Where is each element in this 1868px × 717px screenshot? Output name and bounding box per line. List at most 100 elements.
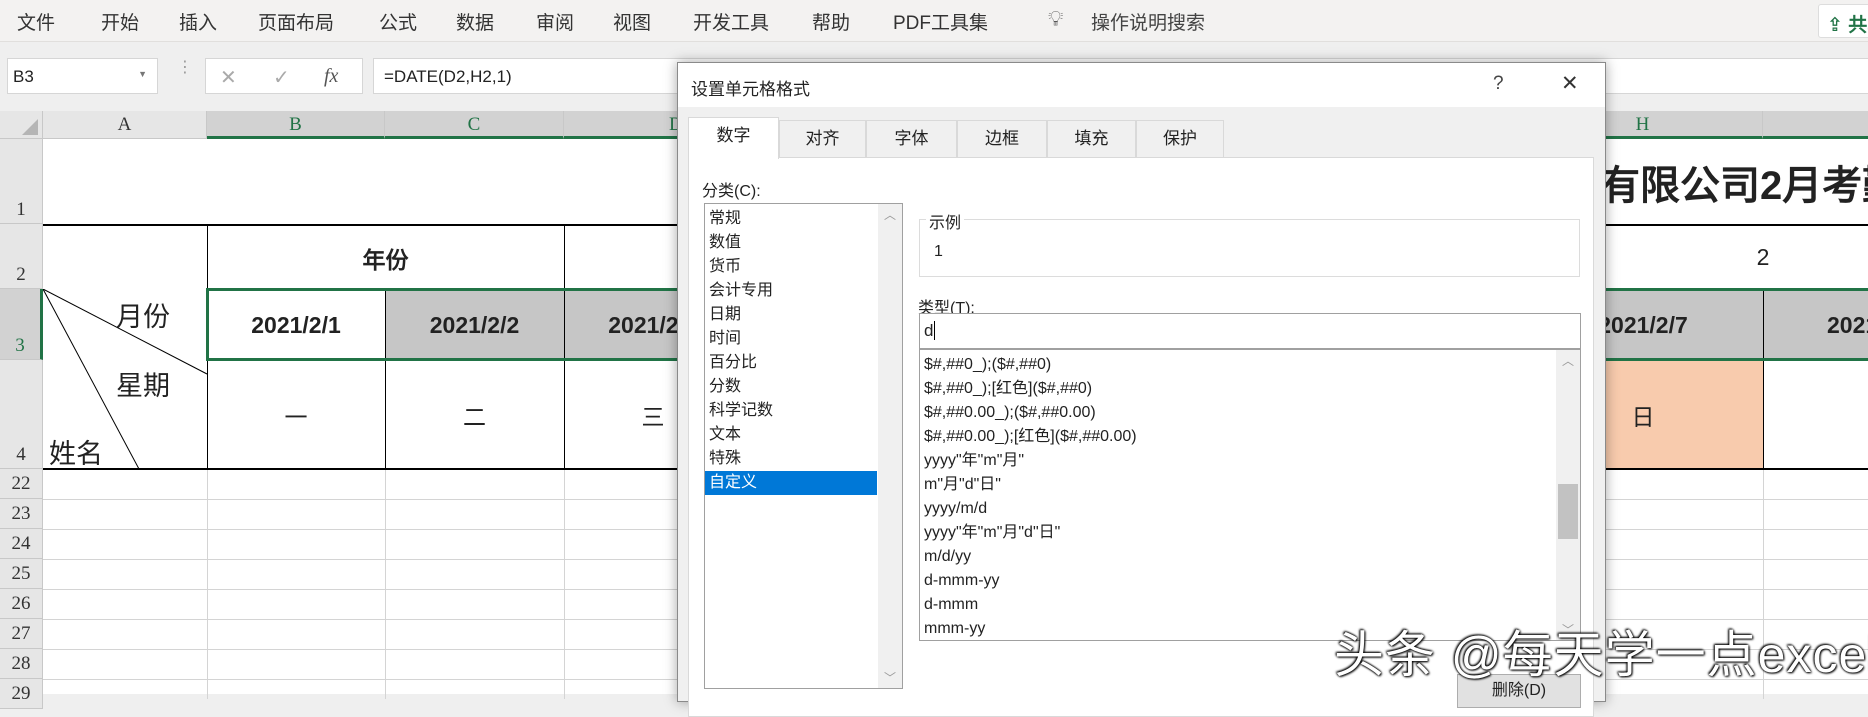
chevron-up-icon[interactable]: ︿ xyxy=(878,206,902,223)
menu-help[interactable]: 帮助 xyxy=(812,8,850,35)
format-item[interactable]: yyyy"年"m"月"d"日" xyxy=(920,521,1060,545)
category-item[interactable]: 货币 xyxy=(705,255,877,279)
row-header-27[interactable]: 27 xyxy=(0,619,43,649)
category-item[interactable]: 百分比 xyxy=(705,351,877,375)
category-list[interactable]: 常规 数值 货币 会计专用 日期 时间 百分比 分数 科学记数 文本 特殊 自定… xyxy=(704,203,903,689)
month-value-cell[interactable]: 2 xyxy=(1683,226,1843,289)
menu-home[interactable]: 开始 xyxy=(101,8,139,35)
type-input[interactable]: d xyxy=(919,313,1581,349)
date-cell-b3[interactable]: 2021/2/1 xyxy=(207,291,385,359)
menu-developer[interactable]: 开发工具 xyxy=(693,8,769,35)
menu-review[interactable]: 审阅 xyxy=(536,8,574,35)
dialog-title-bar[interactable]: 设置单元格格式 ? ✕ xyxy=(678,63,1605,107)
category-item[interactable]: 会计专用 xyxy=(705,279,877,303)
share-icon: ⇪ xyxy=(1827,15,1849,36)
format-item[interactable]: m/d/yy xyxy=(920,545,971,569)
tab-fill[interactable]: 填充 xyxy=(1047,120,1136,158)
chevron-down-icon[interactable]: ▼ xyxy=(138,69,147,79)
date-cell-i3[interactable]: 2021/2/8 xyxy=(1827,291,1868,359)
help-button[interactable]: ? xyxy=(1493,73,1504,95)
format-item[interactable]: $#,##0.00_);($#,##0.00) xyxy=(920,401,1096,425)
format-item[interactable]: $#,##0_);[红色]($#,##0) xyxy=(920,377,1092,401)
category-scrollbar[interactable]: ︿ ﹀ xyxy=(878,204,902,688)
category-item[interactable]: 日期 xyxy=(705,303,877,327)
column-header-c[interactable]: C xyxy=(385,111,564,139)
tab-protection[interactable]: 保护 xyxy=(1136,120,1224,158)
format-item[interactable]: $#,##0.00_);[红色]($#,##0.00) xyxy=(920,425,1137,449)
category-label: 分类(C): xyxy=(702,183,761,200)
sample-label: 示例 xyxy=(926,209,965,233)
format-item[interactable]: yyyy"年"m"月" xyxy=(920,449,1024,473)
cancel-icon[interactable]: ✕ xyxy=(220,65,237,90)
enter-icon[interactable]: ✓ xyxy=(273,65,290,90)
menu-insert[interactable]: 插入 xyxy=(179,8,217,35)
format-item[interactable]: d-mmm xyxy=(920,593,978,617)
name-box-value: B3 xyxy=(13,67,34,86)
date-cell-c3[interactable]: 2021/2/2 xyxy=(385,291,564,359)
year-label-cell[interactable]: 年份 xyxy=(207,226,564,289)
text-cursor xyxy=(934,321,936,340)
chevron-down-icon[interactable]: ﹀ xyxy=(878,669,902,686)
insert-function-icon[interactable]: fx xyxy=(324,65,338,88)
diag-month-label: 月份 xyxy=(116,302,170,333)
format-cells-dialog: 设置单元格格式 ? ✕ 数字 对齐 字体 边框 填充 保护 分类(C): 常规 … xyxy=(677,62,1606,717)
sheet-title[interactable]: 有限公司2月考勤 xyxy=(1600,139,1868,224)
tab-alignment[interactable]: 对齐 xyxy=(779,120,866,158)
drag-handle-icon[interactable]: ⋮ xyxy=(177,60,193,76)
weekday-cell-c4[interactable]: 二 xyxy=(385,361,564,468)
row-header-24[interactable]: 24 xyxy=(0,529,43,559)
diag-weekday-label: 星期 xyxy=(116,371,170,402)
column-header-i[interactable] xyxy=(1763,111,1868,139)
category-item[interactable]: 时间 xyxy=(705,327,877,351)
category-item[interactable]: 文本 xyxy=(705,423,877,447)
tell-me-search[interactable]: 操作说明搜索 xyxy=(1091,8,1205,35)
weekday-cell-b4[interactable]: 一 xyxy=(207,361,385,468)
menu-view[interactable]: 视图 xyxy=(613,8,651,35)
format-item[interactable]: d-mmm-yy xyxy=(920,569,1000,593)
category-item-selected[interactable]: 自定义 xyxy=(705,471,877,495)
category-item[interactable]: 常规 xyxy=(705,207,877,231)
row-header-25[interactable]: 25 xyxy=(0,559,43,589)
row-header-2[interactable]: 2 xyxy=(0,224,43,289)
dialog-title: 设置单元格格式 xyxy=(691,80,810,99)
lightbulb-icon[interactable]: 💡︎ xyxy=(1048,6,1063,32)
tab-border[interactable]: 边框 xyxy=(957,120,1047,158)
format-item[interactable]: mmm-yy xyxy=(920,617,985,640)
column-header-a[interactable]: A xyxy=(43,111,207,139)
column-header-b[interactable]: B xyxy=(207,111,385,139)
close-button[interactable]: ✕ xyxy=(1561,71,1579,96)
tab-font[interactable]: 字体 xyxy=(866,120,957,158)
menu-data[interactable]: 数据 xyxy=(456,8,494,35)
menu-file[interactable]: 文件 xyxy=(17,8,55,35)
row-header-28[interactable]: 28 xyxy=(0,649,43,679)
format-item[interactable]: $#,##0_);($#,##0) xyxy=(920,353,1051,377)
format-scrollbar[interactable]: ︿ ﹀ xyxy=(1556,350,1580,640)
watermark: 头条 @每天学一点excel xyxy=(1334,627,1868,683)
row-header-4[interactable]: 4 xyxy=(0,360,43,469)
category-item[interactable]: 科学记数 xyxy=(705,399,877,423)
row-header-29[interactable]: 29 xyxy=(0,679,43,709)
menu-page-layout[interactable]: 页面布局 xyxy=(258,8,334,35)
row-header-22[interactable]: 22 xyxy=(0,469,43,499)
row-header-26[interactable]: 26 xyxy=(0,589,43,619)
menu-formulas[interactable]: 公式 xyxy=(379,8,417,35)
category-item[interactable]: 特殊 xyxy=(705,447,877,471)
share-button[interactable]: ⇪ 共享 xyxy=(1818,4,1868,38)
chevron-up-icon[interactable]: ︿ xyxy=(1556,352,1580,369)
menu-pdf-tools[interactable]: PDF工具集 xyxy=(893,8,988,35)
format-item[interactable]: m"月"d"日" xyxy=(920,473,1001,497)
name-box[interactable]: B3 ▼ xyxy=(7,58,158,94)
row-header-1[interactable]: 1 xyxy=(0,139,43,224)
sample-value: 1 xyxy=(934,243,943,260)
select-all-corner[interactable] xyxy=(0,111,43,139)
row-header-23[interactable]: 23 xyxy=(0,499,43,529)
diag-name-label: 姓名 xyxy=(49,439,103,470)
share-label: 共享 xyxy=(1848,15,1868,36)
row-header-3[interactable]: 3 xyxy=(0,289,43,360)
format-list[interactable]: $#,##0_);($#,##0) $#,##0_);[红色]($#,##0) … xyxy=(919,349,1581,641)
tab-number[interactable]: 数字 xyxy=(688,117,779,159)
category-item[interactable]: 分数 xyxy=(705,375,877,399)
category-item[interactable]: 数值 xyxy=(705,231,877,255)
format-item[interactable]: yyyy/m/d xyxy=(920,497,987,521)
scrollbar-thumb[interactable] xyxy=(1558,484,1578,539)
